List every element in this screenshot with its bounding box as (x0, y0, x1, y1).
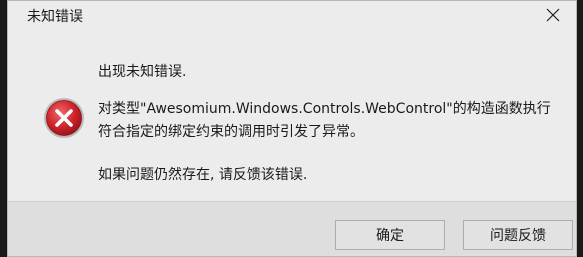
error-icon (44, 98, 84, 138)
message-detail: 对类型"Awesomium.Windows.Controls.WebContro… (98, 101, 551, 140)
ok-button[interactable]: 确定 (335, 220, 445, 250)
error-dialog: 未知错误 出现未知错误. 对类型"Awesomium.Windows.Contr… (7, 0, 577, 257)
button-bar: 确定 问题反馈 (8, 201, 576, 256)
title-bar: 未知错误 (8, 1, 576, 31)
close-icon (546, 8, 560, 22)
close-button[interactable] (534, 1, 572, 29)
message-footer: 如果问题仍然存在, 请反馈该错误. (98, 167, 308, 183)
report-issue-button[interactable]: 问题反馈 (463, 220, 573, 250)
message-header: 出现未知错误. (98, 64, 187, 80)
message-area: 出现未知错误. 对类型"Awesomium.Windows.Controls.W… (8, 31, 576, 201)
window-title: 未知错误 (27, 9, 83, 25)
